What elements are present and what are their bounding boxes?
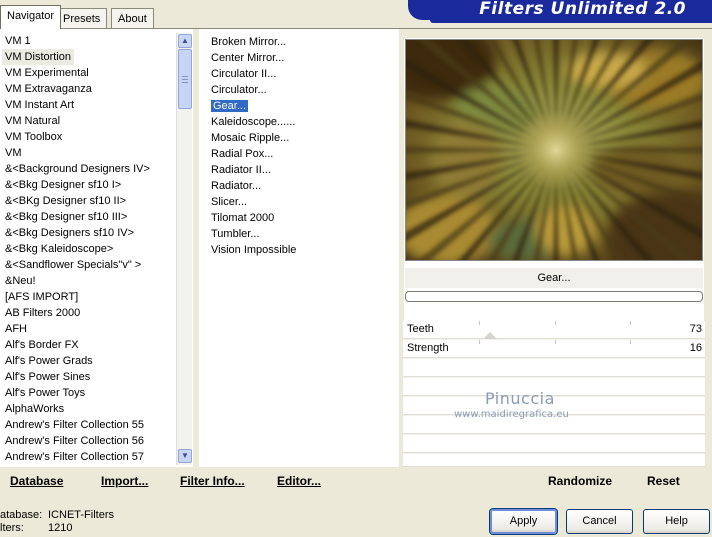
category-item[interactable]: AFH [0,321,176,337]
category-item[interactable]: VM [0,145,176,161]
category-item[interactable]: VM Experimental [0,65,176,81]
column-separator [704,29,712,467]
filter-item-label: Tilomat 2000 [211,212,275,224]
scroll-up-button[interactable]: ▲ [178,34,192,48]
filters-count-value: 1210 [48,522,73,534]
apply-button[interactable]: Apply [490,509,557,534]
editor-button[interactable]: Editor... [277,474,321,488]
filter-item-label: Kaleidoscope...... [211,116,296,128]
filter-item-label: Gear... [211,100,249,112]
slider-empty [403,435,705,453]
database-button[interactable]: Database [10,474,63,488]
slider-value: 16 [689,342,702,354]
filter-item[interactable]: Mosaic Ripple... [210,130,400,146]
filter-item[interactable]: Radial Pox... [210,146,400,162]
category-item[interactable]: &<Bkg Kaleidoscope> [0,241,176,257]
filter-item-label: Radial Pox... [211,148,274,160]
filter-item[interactable]: Gear... [210,98,400,114]
category-item[interactable]: Andrew's Filter Collection 56 [0,433,176,449]
filter-item-label: Mosaic Ripple... [211,132,290,144]
category-item[interactable]: VM Extravaganza [0,81,176,97]
category-item[interactable]: Alf's Border FX [0,337,176,353]
category-item[interactable]: AB Filters 2000 [0,305,176,321]
filter-item[interactable]: Vision Impossible [210,242,400,258]
category-item[interactable]: Andrew's Filter Collection 55 [0,417,176,433]
tab-presets[interactable]: Presets [56,8,108,28]
category-item[interactable]: &<Bkg Designers sf10 IV> [0,225,176,241]
filter-item[interactable]: Broken Mirror... [210,34,400,50]
filter-item-label: Broken Mirror... [211,36,287,48]
app-title: Filters Unlimited 2.0 [479,0,686,19]
filter-item-label: Center Mirror... [211,52,285,64]
category-item[interactable]: VM Instant Art [0,97,176,113]
category-scrollbar[interactable]: ▲ ▼ [176,33,192,465]
preview-image [405,39,703,261]
category-item[interactable]: VM Natural [0,113,176,129]
filter-info-button[interactable]: Filter Info... [180,474,245,488]
filter-list[interactable]: Broken Mirror... Center Mirror... Circulat… [210,34,400,258]
help-button[interactable]: Help [643,509,710,534]
filter-item-label: Radiator... [211,180,262,192]
category-item[interactable]: [AFS IMPORT] [0,289,176,305]
randomize-button[interactable]: Randomize [548,474,612,488]
filter-item[interactable]: Circulator II... [210,66,400,82]
slider-empty [403,454,705,467]
category-item[interactable]: &<Bkg Designer sf10 III> [0,209,176,225]
filter-name-display: Gear... [405,268,703,288]
filter-item-label: Circulator II... [211,68,277,80]
progress-bar [405,291,703,302]
filter-item[interactable]: Kaleidoscope...... [210,114,400,130]
slider-strength[interactable]: Strength 16 [403,340,705,358]
scrollbar-thumb[interactable] [178,49,192,109]
tab-navigator[interactable]: Navigator [0,5,62,29]
category-list[interactable]: VM 1 VM Distortion VM Experimental VM Extra… [0,33,176,465]
category-item[interactable]: &<Background Designers IV> [0,161,176,177]
category-item[interactable]: &<Bkg Designer sf10 I> [0,177,176,193]
filter-item[interactable]: Radiator II... [210,162,400,178]
reset-button[interactable]: Reset [647,474,680,488]
database-label: atabase: [0,509,43,521]
title-banner: Filters Unlimited 2.0 [408,0,712,20]
watermark-url: www.maidiregrafica.eu [454,409,569,420]
category-item[interactable]: VM Distortion [2,49,74,65]
column-separator [193,29,199,467]
filter-item[interactable]: Center Mirror... [210,50,400,66]
category-item[interactable]: AlphaWorks [0,401,176,417]
category-item[interactable]: VM Toolbox [0,129,176,145]
category-item[interactable]: Alf's Power Sines [0,369,176,385]
slider-label: Teeth [407,323,434,335]
import-button[interactable]: Import... [101,474,148,488]
filter-item-label: Vision Impossible [211,244,297,256]
slider-empty [403,359,705,377]
filter-item-label: Circulator... [211,84,267,96]
category-item[interactable]: VM 1 [0,33,176,49]
watermark-name: Pinuccia [485,389,555,408]
filter-item[interactable]: Circulator... [210,82,400,98]
filter-item[interactable]: Tumbler... [210,226,400,242]
slider-knob-teeth[interactable] [483,332,497,339]
filter-item-label: Slicer... [211,196,248,208]
filter-item[interactable]: Slicer... [210,194,400,210]
filters-count-label: lters: [0,522,24,534]
slider-teeth[interactable]: Teeth 73 [403,321,705,339]
scroll-down-button[interactable]: ▼ [178,449,192,463]
filter-item[interactable]: Tilomat 2000 [210,210,400,226]
filter-item-label: Radiator II... [211,164,271,176]
panel-top-margin [404,29,704,38]
cancel-button[interactable]: Cancel [566,509,633,534]
category-item[interactable]: Andrew's Filter Collection 57 [0,449,176,465]
filter-item[interactable]: Radiator... [210,178,400,194]
database-value: ICNET-Filters [48,509,114,521]
category-item[interactable]: &Neu! [0,273,176,289]
filter-item-label: Tumbler... [211,228,260,240]
category-item[interactable]: &<BKg Designer sf10 II> [0,193,176,209]
preview-gear-image [406,40,702,260]
slider-label: Strength [407,342,449,354]
tab-about[interactable]: About [111,8,154,28]
title-banner-edge [430,20,712,23]
category-item[interactable]: Alf's Power Grads [0,353,176,369]
category-item[interactable]: &<Sandflower Specials"v" > [0,257,176,273]
slider-value: 73 [689,323,702,335]
category-item[interactable]: Alf's Power Toys [0,385,176,401]
